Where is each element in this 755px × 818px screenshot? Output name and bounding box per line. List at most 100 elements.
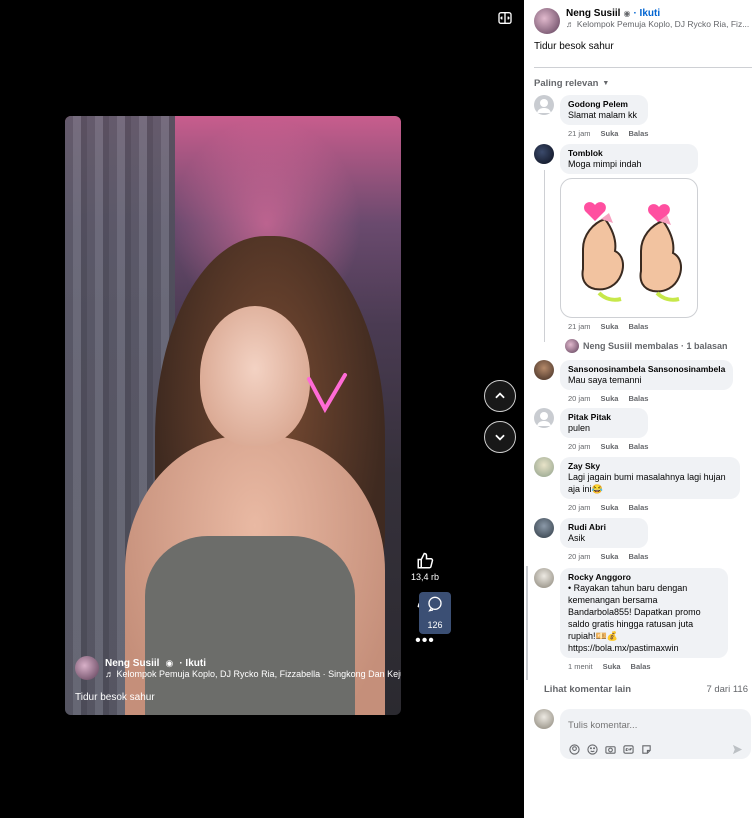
post-header: Neng Susiil ◉ · Ikuti ♬ Kelompok Pemuja … [534,8,755,34]
comment-bubble: Godong Pelem Slamat malam kk [560,95,649,125]
commenter-name[interactable]: Godong Pelem [568,99,640,109]
commenter-name[interactable]: Rudi Abri [568,522,640,532]
commenter-avatar[interactable] [534,144,554,164]
thumbs-up-icon [417,552,434,569]
more-options-icon[interactable]: ••• [408,632,442,650]
comment-item: Rocky Anggoro • Rayakan tahun baru denga… [534,568,728,671]
emoji-icon[interactable] [586,743,598,755]
commenter-avatar[interactable] [534,518,554,538]
comment-item: Pitak Pitak pulen 20 jam Suka Balas [534,408,649,451]
comment-count: 126 [427,620,443,630]
next-video-button[interactable] [484,421,516,453]
comment-bubble: Pitak Pitak pulen [560,408,649,438]
comments-pane: Neng Susiil ◉ · Ikuti ♬ Kelompok Pemuja … [524,0,755,818]
picture-in-picture-icon[interactable] [497,10,513,26]
reply-summary: Neng Susiil membalas · 1 balasan [583,341,728,351]
comment-text: Asik [568,533,586,543]
comment-text: Lagi jagain bumi masalahnya lagi hujan a… [568,472,726,494]
more-comments-row: Lihat komentar lain 7 dari 116 [534,684,748,695]
comment-time[interactable]: 20 jam [568,394,591,403]
like-button[interactable]: 13,4 rb [408,552,442,582]
neon-sign [307,373,347,414]
video-actions: 13,4 rb 126 61 ••• [408,552,451,650]
post-author-avatar[interactable] [534,8,560,34]
camera-icon[interactable] [604,743,616,755]
sort-label: Paling relevan [534,78,599,89]
like-comment-button[interactable]: Suka [601,394,619,403]
reply-comment-button[interactable]: Balas [628,322,648,331]
divider [534,67,752,68]
finger-heart-sticker[interactable] [560,178,698,318]
comment-text: Mau saya temanni [568,375,642,385]
video-overlay: Neng Susiil ◉ · Ikuti ♬ Kelompok Pemuja … [75,656,401,703]
commenter-avatar[interactable] [534,408,554,428]
video-caption: Tidur besok sahur [75,692,155,703]
like-comment-button[interactable]: Suka [601,129,619,138]
default-user-icon [537,99,551,113]
previous-video-button[interactable] [484,380,516,412]
comment-item: Sansonosinambela Sansonosinambela Mau sa… [534,360,734,403]
comment-bubble: Rudi Abri Asik [560,518,649,548]
follow-button[interactable]: · Ikuti [179,658,206,669]
reply-comment-button[interactable]: Balas [628,129,648,138]
commenter-avatar[interactable] [534,360,554,380]
comment-time[interactable]: 20 jam [568,503,591,512]
view-more-comments-button[interactable]: Lihat komentar lain [534,684,631,695]
reply-comment-button[interactable]: Balas [628,394,648,403]
comment-time[interactable]: 21 jam [568,129,591,138]
post-follow-button[interactable]: · Ikuti [633,8,660,19]
video-player[interactable]: Neng Susiil ◉ · Ikuti ♬ Kelompok Pemuja … [65,116,401,715]
comment-time[interactable]: 20 jam [568,552,591,561]
commenter-name[interactable]: Rocky Anggoro [568,572,720,582]
comment-item: Rudi Abri Asik 20 jam Suka Balas [534,518,649,561]
commenter-avatar[interactable] [534,568,554,588]
comment-time[interactable]: 21 jam [568,322,591,331]
like-comment-button[interactable]: Suka [603,662,621,671]
commenter-name[interactable]: Zay Sky [568,461,732,471]
gif-icon[interactable] [622,743,634,755]
comment-item: Tomblok Moga mimpi indah 21 jam Suka Bal… [534,144,698,331]
commenter-name[interactable]: Pitak Pitak [568,412,640,422]
reply-comment-button[interactable]: Balas [628,442,648,451]
like-comment-button[interactable]: Suka [601,442,619,451]
post-author-name[interactable]: Neng Susiil [566,8,620,19]
avatar-sticker-icon[interactable] [568,743,580,755]
like-comment-button[interactable]: Suka [601,322,619,331]
comment-item: Godong Pelem Slamat malam kk 21 jam Suka… [534,95,649,138]
current-user-avatar[interactable] [534,709,554,729]
comment-button[interactable]: 126 [419,592,451,634]
author-name[interactable]: Neng Susiil [105,658,159,669]
sort-dropdown[interactable]: Paling relevan ▼ [534,78,609,89]
commenter-name[interactable]: Tomblok [568,148,690,158]
post-music-info[interactable]: ♬ Kelompok Pemuja Koplo, DJ Rycko Ria, F… [566,19,755,29]
author-avatar[interactable] [75,656,99,680]
comment-bubble: Rocky Anggoro • Rayakan tahun baru denga… [560,568,728,658]
send-icon[interactable] [731,743,743,755]
default-user-icon [537,412,551,426]
post-caption: Tidur besok sahur [534,41,614,52]
comment-bubble: Sansonosinambela Sansonosinambela Mau sa… [560,360,734,390]
comment-time[interactable]: 20 jam [568,442,591,451]
comment-item: Zay Sky Lagi jagain bumi masalahnya lagi… [534,457,740,512]
like-comment-button[interactable]: Suka [601,552,619,561]
comment-time[interactable]: 1 menit [568,662,593,671]
reply-comment-button[interactable]: Balas [628,503,648,512]
like-count: 13,4 rb [410,572,440,582]
commenter-avatar[interactable] [534,457,554,477]
commenter-avatar[interactable] [534,95,554,115]
view-replies-button[interactable]: Neng Susiil membalas · 1 balasan [565,339,728,353]
music-info[interactable]: ♬ Kelompok Pemuja Koplo, DJ Rycko Ria, F… [105,669,401,679]
caret-down-icon: ▼ [602,80,610,87]
comment-text: Moga mimpi indah [568,159,642,169]
comment-input[interactable] [568,720,738,731]
globe-icon: ◉ [165,657,174,668]
commenter-name[interactable]: Sansonosinambela Sansonosinambela [568,364,725,374]
comment-count-summary: 7 dari 116 [706,684,748,695]
reply-comment-button[interactable]: Balas [631,662,651,671]
like-comment-button[interactable]: Suka [601,503,619,512]
reply-comment-button[interactable]: Balas [628,552,648,561]
chevron-up-icon [495,392,505,399]
sticker-icon[interactable] [640,743,652,755]
video-pane: Neng Susiil ◉ · Ikuti ♬ Kelompok Pemuja … [0,0,524,818]
comment-input-box[interactable] [560,709,751,759]
